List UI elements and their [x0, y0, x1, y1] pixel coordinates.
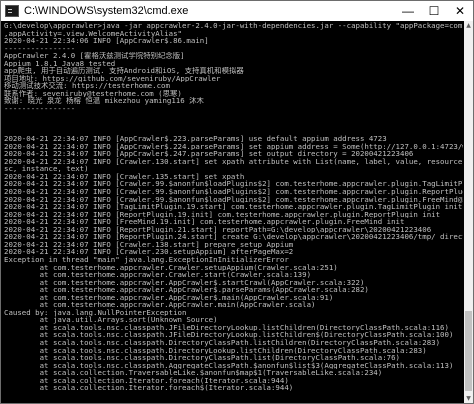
console-line: at scala.tools.nsc.classpath.DirectoryLo… — [4, 346, 427, 355]
vertical-scrollbar[interactable]: ▲ ▼ — [464, 21, 473, 403]
console-line: at scala.collection.Iterator.foreach(Ite… — [4, 376, 289, 385]
window-title: C:\WINDOWS\system32\cmd.exe — [24, 5, 189, 17]
console-line: 2020-04-21 22:34:07 INFO [Crawler.130.st… — [4, 157, 463, 166]
console-line: at com.testerhome.appcrawler.AppCrawler.… — [4, 301, 316, 309]
console-line: at scala.tools.nsc.classpath.JFileDirect… — [4, 323, 449, 332]
console-line: 2020-04-21 22:34:07 INFO [Crawler.99.$an… — [4, 180, 463, 189]
console-line: 2020-04-21 22:34:07 INFO [AppCrawler$.22… — [4, 142, 463, 151]
console-line: 2020-04-21 22:34:07 INFO [Crawler.99.$an… — [4, 195, 463, 204]
console-line: at com.testerhome.appcrawler.AppCrawler$… — [4, 286, 369, 294]
maximize-button[interactable]: ☐ — [421, 1, 447, 21]
console-line: at com.testerhome.appcrawler.AppCrawler$… — [4, 293, 334, 302]
console-line: 2020-04-21 22:34:07 INFO [ReportPlugin.2… — [4, 233, 463, 241]
console-line: at java.util.Arrays.sort(Unknown Source) — [4, 316, 218, 324]
console-line: Caused by: java.lang.NullPointerExceptio… — [4, 308, 187, 317]
console-line: at scala.tools.nsc.classpath.JFileDirect… — [4, 331, 454, 339]
console-line: at scala.collection.Iterator.foreach$(It… — [4, 384, 294, 392]
console-line: 2020-04-21 22:34:07 INFO [AppCrawler$.22… — [4, 135, 387, 143]
console-line: at scala.tools.nsc.classpath.DirectoryCl… — [4, 338, 441, 347]
console-line: at scala.tools.nsc.classpath.AggregateCl… — [4, 361, 454, 370]
console-line: 项目地址: https://github.com/seveniruby/AppC… — [4, 74, 221, 83]
scroll-thumb[interactable] — [465, 311, 472, 391]
cmd-icon[interactable] — [5, 5, 19, 17]
console-line: at com.testerhome.appcrawler.AppCrawler$… — [4, 278, 365, 287]
console-line: 2020-04-21 22:34:07 INFO [AppCrawler$.24… — [4, 150, 414, 158]
console-line: sc, instance, text) — [4, 165, 89, 173]
console-line: 2020-04-21 22:34:07 INFO [Crawler.99.$an… — [4, 188, 463, 196]
console-line: 致谢: 晓光 泉龙 杨榕 恒温 mikezhou yaming116 沐木 — [4, 97, 204, 106]
console-line: app爬虫, 用于自动遍历测试. 支持Android和iOS, 支持真机和模拟器 — [4, 67, 244, 75]
console-line: at scala.tools.nsc.classpath.DirectoryCl… — [4, 354, 401, 362]
console-output[interactable]: G:\develop\appcrawler>java -jar appcrawl… — [1, 21, 465, 403]
console-line: ---------------- — [4, 44, 76, 53]
minimize-button[interactable]: — — [395, 1, 421, 21]
console-line: 2020-04-21 22:34:07 INFO [Crawler.135.st… — [4, 172, 245, 181]
console-line: G:\develop\appcrawler>java -jar appcrawl… — [4, 22, 463, 30]
console-line: Appium 1.8.1 Java8 tested — [4, 59, 116, 68]
console-line: 2020-04-21 22:34:06 INFO [AppCrawler$.86… — [4, 37, 209, 45]
console-line: 2020-04-21 22:34:07 INFO [Crawler.138.st… — [4, 240, 294, 249]
console-line: 2020-04-21 22:34:07 INFO [FreeMind.19.in… — [4, 218, 405, 226]
console-line: ,appActivity=.view.WelcomeActivityAlias" — [4, 29, 182, 38]
scroll-down-arrow-icon[interactable]: ▼ — [464, 394, 473, 403]
console-line: 2020-04-21 22:34:07 INFO [ReportPlugin.1… — [4, 210, 441, 219]
title-bar[interactable]: C:\WINDOWS\system32\cmd.exe — ☐ ✕ — [1, 1, 473, 21]
close-button[interactable]: ✕ — [447, 1, 473, 21]
console-line: ---------------- — [4, 105, 76, 113]
console-line: 2020-04-21 22:34:07 INFO [TagLimitPlugin… — [4, 203, 463, 211]
console-line: at scala.collection.TraversableLike.$ano… — [4, 369, 383, 377]
scroll-up-arrow-icon[interactable]: ▲ — [464, 21, 473, 30]
console-line: 移动测试技术交流: https://testerhome.com — [4, 82, 170, 90]
console-line: at com.testerhome.appcrawler.Crawler.set… — [4, 263, 338, 272]
cmd-window: C:\WINDOWS\system32\cmd.exe — ☐ ✕ G:\dev… — [0, 0, 474, 404]
console-line: 2020-04-21 22:34:07 INFO [Crawler.230.se… — [4, 248, 294, 256]
console-line: Exception in thread "main" java.lang.Exc… — [4, 255, 289, 264]
console-line: 联系作者: seveniruby@testerhome.com (思寒) — [4, 89, 182, 98]
console-line: 2020-04-21 22:34:07 INFO [ReportPlugin.2… — [4, 225, 432, 234]
console-line: AppCrawler 2.4.0 [霍格沃兹测试学院特别纪念版] — [4, 52, 185, 60]
console-line: at com.testerhome.appcrawler.Crawler.sta… — [4, 271, 312, 279]
